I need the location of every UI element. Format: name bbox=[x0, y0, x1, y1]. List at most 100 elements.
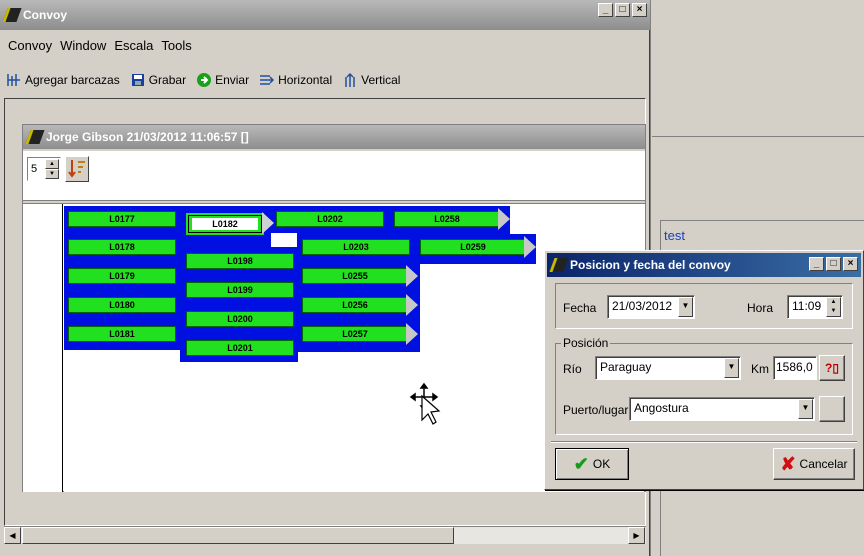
save-icon bbox=[130, 72, 146, 88]
menu-window[interactable]: Window bbox=[60, 38, 106, 53]
spinner-up-button[interactable]: ▲ bbox=[45, 159, 59, 169]
barge-L0257[interactable]: L0257 bbox=[302, 326, 408, 342]
child-toolbar: 5 ▲ ▼ bbox=[23, 151, 645, 201]
barge-L0181[interactable]: L0181 bbox=[68, 326, 176, 342]
vertical-icon bbox=[342, 72, 358, 88]
close-button[interactable]: × bbox=[632, 3, 647, 17]
main-titlebar: Convoy _ □ × bbox=[0, 0, 650, 30]
dialog-title: Posicion y fecha del convoy bbox=[570, 258, 731, 272]
barge-L0255[interactable]: L0255 bbox=[302, 268, 408, 284]
barge-arrow-L0257 bbox=[406, 323, 418, 345]
dialog-close-button[interactable]: × bbox=[843, 257, 858, 271]
barge-L0182-text: L0182 bbox=[212, 219, 238, 229]
child-titlebar: Jorge Gibson 21/03/2012 11:06:57 [] bbox=[23, 125, 645, 149]
barge-L0258[interactable]: L0258 bbox=[394, 211, 500, 227]
horizontal-button[interactable]: Horizontal bbox=[259, 72, 332, 88]
agregar-barcazas-button[interactable]: Agregar barcazas bbox=[6, 72, 120, 88]
sort-icon bbox=[68, 160, 85, 178]
posicion-group-label: Posición bbox=[561, 336, 611, 350]
spinner-value: 5 bbox=[31, 163, 38, 175]
enviar-button[interactable]: Enviar bbox=[196, 72, 249, 88]
hora-input[interactable]: 11:09 ▲ ▼ bbox=[787, 295, 843, 319]
add-barges-icon bbox=[6, 72, 22, 88]
puerto-dropdown-button[interactable]: ▼ bbox=[798, 399, 813, 419]
canvas-left-ruler bbox=[23, 204, 63, 492]
right-panel-line bbox=[652, 136, 864, 137]
km-input[interactable]: 1586,0 bbox=[773, 356, 817, 380]
right-panel-label: test bbox=[664, 228, 685, 243]
menu-tools[interactable]: Tools bbox=[161, 38, 191, 53]
horizontal-scrollbar[interactable]: ◀ ▶ bbox=[4, 526, 646, 544]
cancel-x-icon: ✘ bbox=[780, 453, 796, 474]
cancel-button[interactable]: ✘ Cancelar bbox=[773, 448, 855, 480]
hora-label: Hora bbox=[747, 301, 774, 315]
posicion-dialog: Posicion y fecha del convoy _ □ × Fecha … bbox=[544, 250, 864, 490]
barge-L0202[interactable]: L0202 bbox=[276, 211, 384, 227]
spinner-input[interactable]: 5 ▲ ▼ bbox=[27, 157, 61, 181]
grabar-button[interactable]: Grabar bbox=[130, 72, 186, 88]
minimize-button[interactable]: _ bbox=[598, 3, 613, 17]
dialog-divider bbox=[551, 441, 857, 443]
child-app-icon bbox=[25, 130, 45, 144]
km-value: 1586,0 bbox=[776, 360, 813, 374]
km-label: Km bbox=[751, 362, 769, 376]
barge-L0198[interactable]: L0198 bbox=[186, 253, 294, 269]
toolbar: Agregar barcazas Grabar Enviar Horizonta… bbox=[6, 70, 410, 90]
agregar-label: Agregar barcazas bbox=[25, 73, 120, 87]
fecha-picker[interactable]: 21/03/2012 ▼ bbox=[607, 295, 695, 319]
barge-arrow-L0256 bbox=[406, 294, 418, 316]
barge-L0179[interactable]: L0179 bbox=[68, 268, 176, 284]
puerto-select[interactable]: Angostura ▼ bbox=[629, 397, 815, 421]
dialog-minimize-button[interactable]: _ bbox=[809, 257, 824, 271]
move-cursor-icon bbox=[409, 382, 441, 425]
maximize-button[interactable]: □ bbox=[615, 3, 630, 17]
hora-spinner[interactable]: ▲ ▼ bbox=[826, 297, 841, 317]
sort-button[interactable] bbox=[65, 156, 89, 182]
barge-L0177[interactable]: L0177 bbox=[68, 211, 176, 227]
barge-L0178[interactable]: L0178 bbox=[68, 239, 176, 255]
barge-L0200[interactable]: L0200 bbox=[186, 311, 294, 327]
send-icon bbox=[196, 72, 212, 88]
barge-L0203[interactable]: L0203 bbox=[302, 239, 410, 255]
km-help-button[interactable]: ?▯ bbox=[819, 355, 845, 381]
dialog-maximize-button[interactable]: □ bbox=[826, 257, 841, 271]
ok-label: OK bbox=[592, 457, 611, 471]
puerto-value: Angostura bbox=[634, 401, 689, 415]
barge-arrow-L0259 bbox=[524, 236, 536, 258]
rio-select[interactable]: Paraguay ▼ bbox=[595, 356, 741, 380]
puerto-label: Puerto/lugar bbox=[563, 403, 629, 417]
help-icon: ?▯ bbox=[825, 361, 839, 375]
check-icon: ✔ bbox=[573, 453, 589, 474]
empty-slot[interactable] bbox=[270, 232, 298, 248]
horizontal-label: Horizontal bbox=[278, 73, 333, 87]
menu-escala[interactable]: Escala bbox=[114, 38, 153, 53]
barge-arrow-L0255 bbox=[406, 265, 418, 287]
menu-convoy[interactable]: Convoy bbox=[8, 38, 52, 53]
fecha-value: 21/03/2012 bbox=[612, 299, 673, 313]
spinner-down-button[interactable]: ▼ bbox=[45, 169, 59, 179]
rio-value: Paraguay bbox=[600, 360, 652, 374]
dialog-titlebar: Posicion y fecha del convoy _ □ × bbox=[547, 253, 861, 277]
scroll-left-button[interactable]: ◀ bbox=[4, 527, 21, 544]
barge-arrow-L0182 bbox=[262, 212, 274, 234]
barge-L0199[interactable]: L0199 bbox=[186, 282, 294, 298]
barge-L0201[interactable]: L0201 bbox=[186, 340, 294, 356]
fecha-label: Fecha bbox=[563, 301, 597, 315]
barge-L0180[interactable]: L0180 bbox=[68, 297, 176, 313]
barge-L0259[interactable]: L0259 bbox=[420, 239, 526, 255]
scroll-right-button[interactable]: ▶ bbox=[628, 527, 645, 544]
puerto-extra-button[interactable] bbox=[819, 396, 845, 422]
barge-L0256[interactable]: L0256 bbox=[302, 297, 408, 313]
scroll-thumb[interactable] bbox=[22, 527, 454, 544]
vertical-button[interactable]: Vertical bbox=[342, 72, 400, 88]
rio-label: Río bbox=[563, 362, 582, 376]
enviar-label: Enviar bbox=[215, 73, 250, 87]
app-icon bbox=[2, 8, 22, 22]
dialog-app-icon bbox=[549, 258, 569, 272]
vertical-label: Vertical bbox=[361, 73, 401, 87]
barge-arrow-L0258 bbox=[498, 208, 510, 230]
fecha-dropdown-button[interactable]: ▼ bbox=[678, 297, 693, 317]
ok-button[interactable]: ✔ OK bbox=[555, 448, 629, 480]
hora-value: 11:09 bbox=[792, 299, 822, 313]
rio-dropdown-button[interactable]: ▼ bbox=[724, 358, 739, 378]
